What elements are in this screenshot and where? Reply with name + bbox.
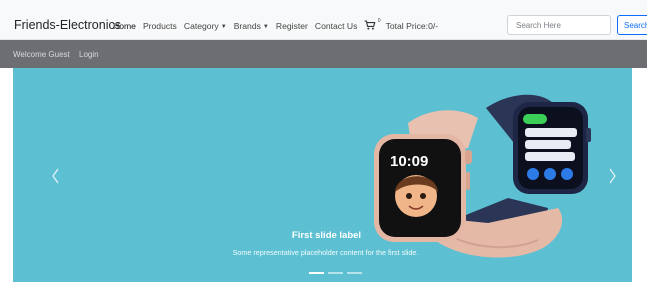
nav-brands-label: Brands <box>233 20 261 31</box>
carousel-indicators <box>309 272 366 274</box>
cart-link[interactable]: 0 <box>364 18 387 31</box>
carousel-caption-title: First slide label <box>291 230 362 241</box>
cart-count: 0 <box>377 18 381 25</box>
caret-down-icon: ▼ <box>220 23 227 30</box>
nav-category-dropdown[interactable]: Category ▼ <box>184 21 227 31</box>
nav-home[interactable]: Home <box>113 21 136 31</box>
carousel-caption-text: Some representative placeholder content … <box>232 248 419 257</box>
total-price: Total Price:0/- <box>385 20 439 31</box>
login-link[interactable]: Login <box>79 50 99 59</box>
carousel-indicator-1[interactable] <box>309 272 324 274</box>
nav-links: Home Products Category ▼ Brands ▼ Register… <box>113 18 445 31</box>
chevron-left-icon[interactable] <box>49 166 63 186</box>
nav-brands-dropdown[interactable]: Brands ▼ <box>234 21 269 31</box>
carousel-indicator-3[interactable] <box>347 272 362 274</box>
watch-screen-time: 10:09 <box>390 153 428 170</box>
nav-products[interactable]: Products <box>143 21 177 31</box>
nav-category-label: Category <box>183 20 219 31</box>
top-navbar: Friends-Electronics Home Products Catego… <box>0 0 647 40</box>
chevron-right-icon[interactable] <box>605 166 619 186</box>
brand-logo[interactable]: Friends-Electronics <box>14 18 121 32</box>
hero-carousel: 10:09 First slide label Some representat… <box>13 68 632 282</box>
nav-contact-us[interactable]: Contact Us <box>315 21 358 31</box>
cart-icon <box>364 20 376 30</box>
search-button[interactable]: Search <box>617 15 647 35</box>
search-input[interactable] <box>507 15 611 35</box>
caret-down-icon: ▼ <box>262 23 269 30</box>
welcome-bar: Welcome Guest Login <box>0 40 647 68</box>
nav-register[interactable]: Register <box>276 21 308 31</box>
carousel-indicator-2[interactable] <box>328 272 343 274</box>
welcome-guest-link[interactable]: Welcome Guest <box>13 50 70 59</box>
user-links: Welcome Guest Login <box>13 50 106 59</box>
